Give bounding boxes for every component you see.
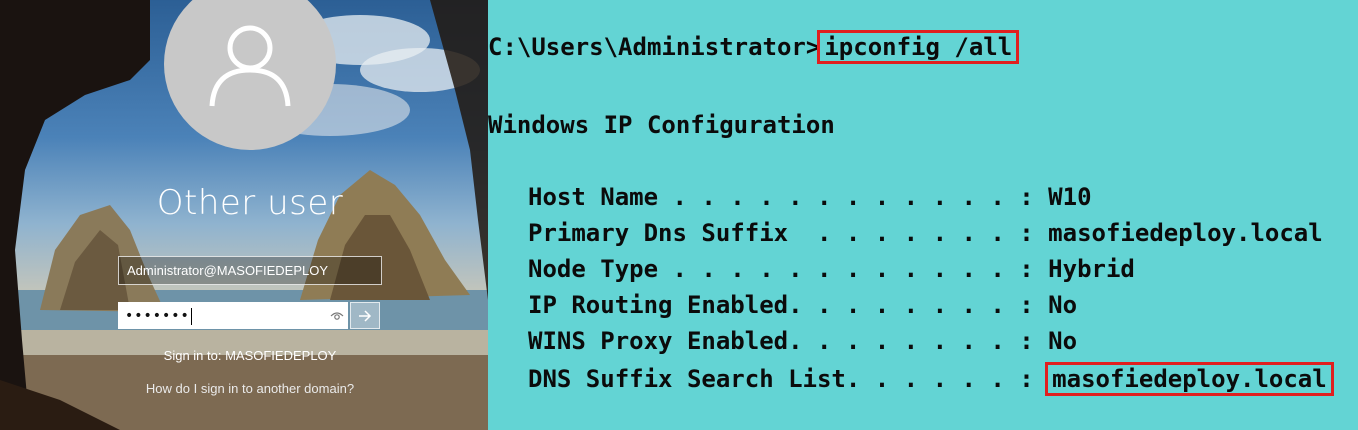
user-silhouette-icon	[209, 25, 291, 107]
text-caret	[190, 307, 192, 325]
row-value: No	[1048, 327, 1078, 355]
row-label: DNS Suffix Search List. . . . . . :	[528, 365, 1049, 393]
reveal-password-icon[interactable]	[330, 309, 344, 323]
row-value: masofiedeploy.local	[1048, 219, 1323, 247]
prompt-path: C:\Users\Administrator>	[488, 33, 821, 61]
row-value: W10	[1048, 183, 1092, 211]
row-value: Hybrid	[1048, 255, 1135, 283]
password-mask: •••••••	[125, 308, 190, 324]
other-domain-link[interactable]: How do I sign in to another domain?	[0, 381, 488, 396]
row-value-highlighted: masofiedeploy.local	[1045, 362, 1334, 396]
submit-button[interactable]	[350, 302, 380, 329]
output-row: DNS Suffix Search List. . . . . . : maso…	[528, 362, 1334, 396]
output-row: Host Name . . . . . . . . . . . . : W10	[528, 182, 1092, 212]
row-label: IP Routing Enabled. . . . . . . . :	[528, 291, 1049, 319]
output-row: Primary Dns Suffix . . . . . . . : masof…	[528, 218, 1323, 248]
row-label: Primary Dns Suffix . . . . . . . :	[528, 219, 1049, 247]
output-heading: Windows IP Configuration	[488, 111, 835, 139]
command-text-highlighted: ipconfig /all	[817, 30, 1020, 64]
windows-login-screen: Other user Administrator@MASOFIEDEPLOY •…	[0, 0, 488, 430]
password-input[interactable]: •••••••	[118, 302, 348, 329]
output-row: Node Type . . . . . . . . . . . . : Hybr…	[528, 254, 1135, 284]
row-label: Node Type . . . . . . . . . . . . :	[528, 255, 1049, 283]
output-row: IP Routing Enabled. . . . . . . . : No	[528, 290, 1077, 320]
row-label: WINS Proxy Enabled. . . . . . . . :	[528, 327, 1049, 355]
command-prompt-output: C:\Users\Administrator> ipconfig /all Win…	[488, 0, 1358, 430]
output-row: WINS Proxy Enabled. . . . . . . . : No	[528, 326, 1077, 356]
arrow-right-icon	[359, 310, 372, 322]
row-value: No	[1048, 291, 1078, 319]
sign-in-domain-label: Sign in to: MASOFIEDEPLOY	[163, 348, 337, 363]
password-row: •••••••	[118, 302, 380, 331]
user-title: Other user	[156, 183, 344, 223]
username-input[interactable]: Administrator@MASOFIEDEPLOY	[118, 256, 382, 285]
row-label: Host Name . . . . . . . . . . . . :	[528, 183, 1049, 211]
prompt-line: C:\Users\Administrator> ipconfig /all	[488, 30, 1020, 64]
